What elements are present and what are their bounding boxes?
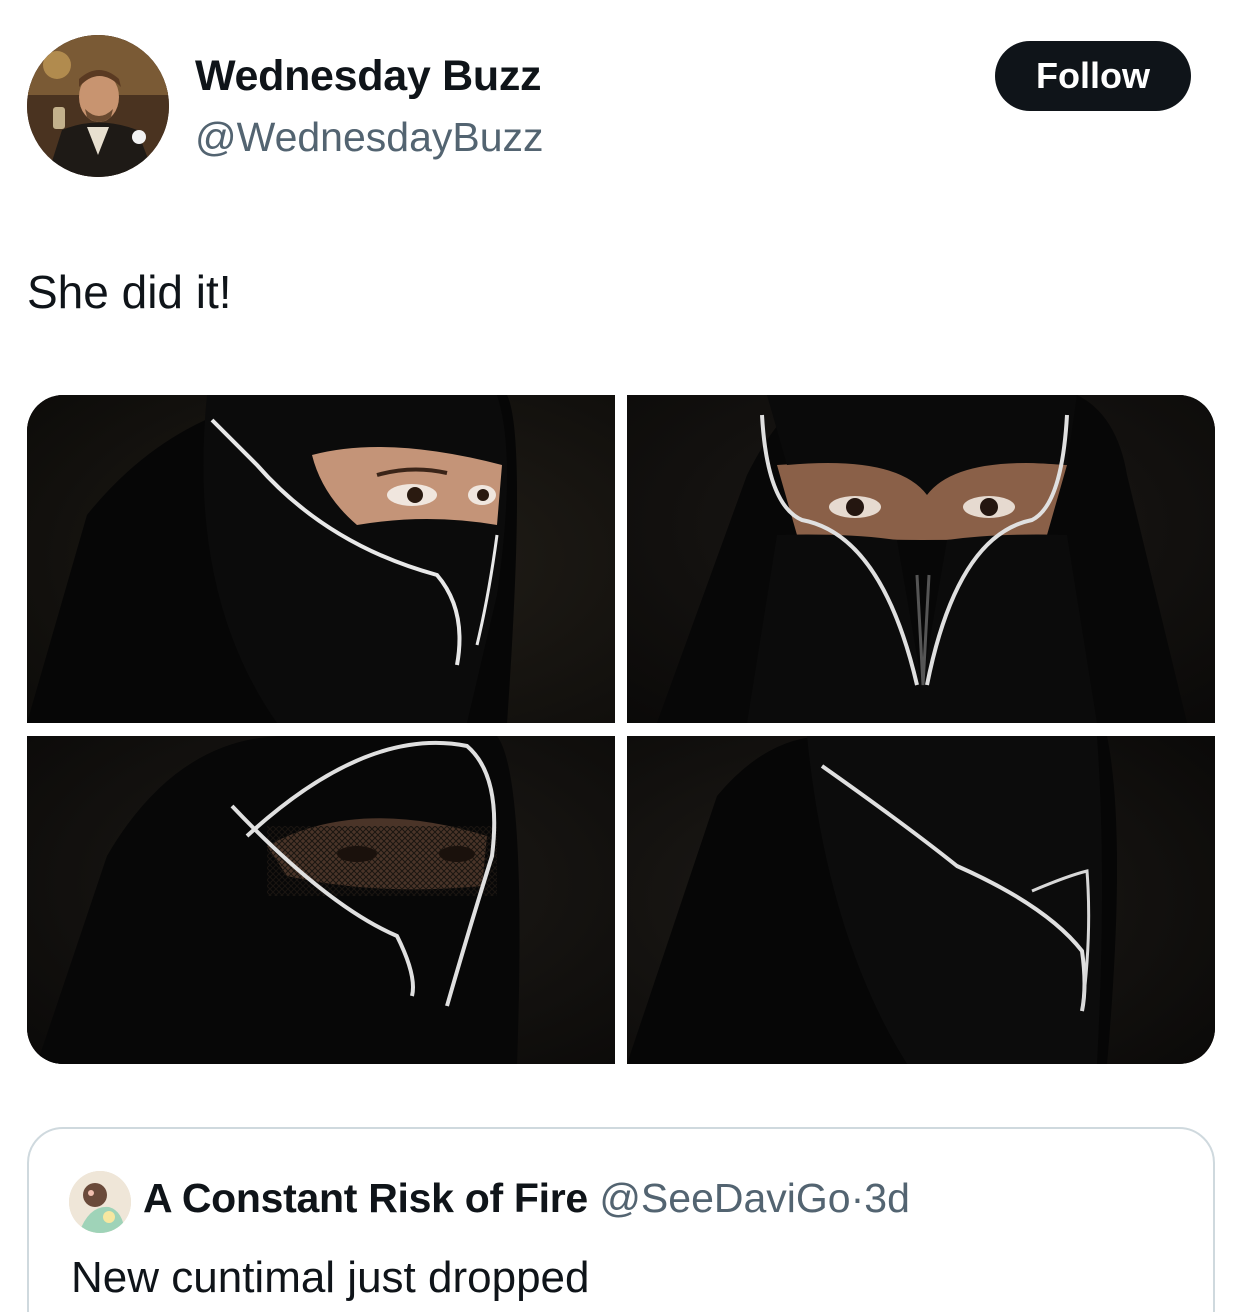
quoted-post-text: New cuntimal just dropped <box>71 1253 590 1302</box>
quoted-post-meta: A Constant Risk of Fire @SeeDaviGo·3d <box>143 1175 910 1222</box>
media-grid <box>27 395 1215 1064</box>
media-image-4[interactable] <box>627 736 1215 1064</box>
post-header: Wednesday Buzz @WednesdayBuzz Follow <box>0 0 1242 200</box>
author-display-name[interactable]: Wednesday Buzz <box>195 52 542 101</box>
follow-button[interactable]: Follow <box>995 41 1191 111</box>
quoted-author-avatar[interactable] <box>69 1171 131 1233</box>
author-avatar[interactable] <box>27 35 169 177</box>
quoted-author-avatar-image <box>69 1171 131 1233</box>
media-image-1[interactable] <box>27 395 615 723</box>
quoted-author-name[interactable]: A Constant Risk of Fire <box>143 1175 588 1221</box>
media-image-2[interactable] <box>627 395 1215 723</box>
quoted-post-time[interactable]: 3d <box>864 1175 910 1221</box>
quoted-post-card[interactable]: A Constant Risk of Fire @SeeDaviGo·3d Ne… <box>27 1127 1215 1312</box>
post-text: She did it! <box>27 266 232 318</box>
author-handle[interactable]: @WednesdayBuzz <box>195 114 544 161</box>
media-image-3[interactable] <box>27 736 615 1064</box>
meta-separator: · <box>850 1175 865 1221</box>
quoted-author-handle[interactable]: @SeeDaviGo <box>599 1175 850 1221</box>
author-avatar-image <box>27 35 169 177</box>
